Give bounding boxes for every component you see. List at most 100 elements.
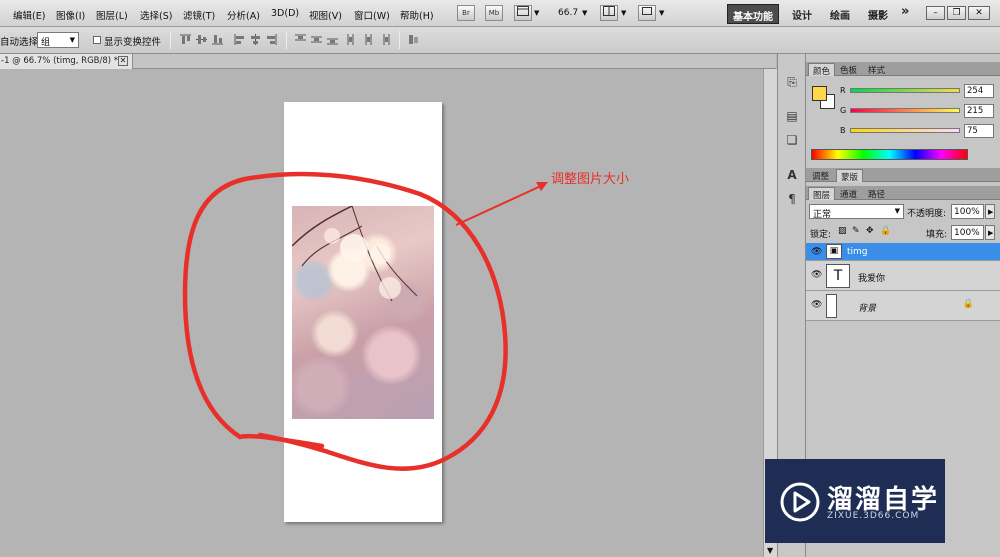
menu-filter[interactable]: 滤镜(T)	[183, 8, 215, 22]
view-extras-button[interactable]	[514, 5, 532, 21]
tab-adjustments[interactable]: 调整	[808, 169, 833, 182]
layers-panel-tabs: 图层 通道 路径	[806, 186, 1000, 201]
zoom-level[interactable]: 66.7	[558, 8, 578, 18]
lock-transparent-icon[interactable]: ▨	[838, 226, 847, 236]
green-label: G	[840, 106, 847, 115]
menu-layer[interactable]: 图层(L)	[96, 8, 128, 22]
align-top-icon[interactable]	[179, 33, 192, 46]
fill-value[interactable]: 100%	[951, 225, 984, 240]
menu-image[interactable]: 图像(I)	[56, 8, 85, 22]
divider	[399, 31, 400, 49]
minimize-button[interactable]: –	[926, 6, 945, 20]
eye-icon[interactable]: 👁	[811, 300, 822, 310]
actions-icon[interactable]: ▤	[784, 108, 800, 124]
lock-all-icon[interactable]: 🔒	[880, 226, 891, 236]
eye-icon[interactable]: 👁	[811, 270, 822, 280]
auto-select-dropdown[interactable]: 组 ▼	[37, 32, 79, 48]
layer-row-text[interactable]: 👁 T 我爱你	[806, 261, 1000, 291]
foreground-color-swatch[interactable]	[812, 86, 827, 101]
menu-help[interactable]: 帮助(H)	[400, 8, 434, 22]
clone-source-icon[interactable]: ❏	[784, 132, 800, 148]
history-icon[interactable]: ⎘	[784, 74, 800, 90]
tab-masks[interactable]: 蒙版	[836, 169, 864, 183]
tab-styles[interactable]: 样式	[864, 63, 889, 76]
mini-bridge-button[interactable]: Mb	[485, 5, 503, 21]
restore-button[interactable]: ❐	[947, 6, 966, 20]
chevron-down-icon[interactable]: ▼	[621, 9, 626, 17]
auto-select-value: 组	[41, 38, 51, 48]
red-slider-row: R 254	[840, 84, 1000, 98]
show-transform-checkbox[interactable]	[93, 36, 101, 44]
layer-name[interactable]: timg	[847, 247, 868, 257]
arrange-documents-button[interactable]	[600, 5, 618, 21]
distribute-top-icon[interactable]	[294, 33, 307, 46]
workspace-painting[interactable]: 绘画	[830, 7, 850, 22]
tab-layers[interactable]: 图层	[808, 187, 836, 201]
menu-edit[interactable]: 编辑(E)	[13, 8, 45, 22]
character-icon[interactable]: A	[784, 167, 800, 183]
color-panel-tabs: 颜色 色板 样式	[806, 62, 1000, 77]
align-vcenter-icon[interactable]	[195, 33, 208, 46]
align-left-icon[interactable]	[233, 33, 246, 46]
workspace-essentials[interactable]: 基本功能	[727, 4, 779, 24]
menu-select[interactable]: 选择(S)	[140, 8, 172, 22]
blue-slider[interactable]	[850, 128, 960, 133]
divider	[286, 31, 287, 49]
menu-window[interactable]: 窗口(W)	[354, 8, 390, 22]
menu-view[interactable]: 视图(V)	[309, 8, 342, 22]
menu-3d[interactable]: 3D(D)	[271, 8, 299, 19]
align-right-icon[interactable]	[265, 33, 278, 46]
red-slider[interactable]	[850, 88, 960, 93]
layer-name[interactable]: 背景	[858, 301, 876, 314]
layer-row-background[interactable]: 👁 背景 🔒	[806, 291, 1000, 321]
opacity-arrow[interactable]: ▶	[985, 204, 995, 219]
tab-paths[interactable]: 路径	[864, 187, 889, 200]
watermark-logo: 溜溜自学 ZIXUE.3D66.COM	[765, 459, 945, 543]
close-button[interactable]: ✕	[968, 6, 990, 20]
workspace-photography[interactable]: 摄影	[868, 7, 888, 22]
tab-color[interactable]: 颜色	[808, 63, 836, 77]
lock-pixels-icon[interactable]: ✎	[852, 226, 860, 236]
menu-analysis[interactable]: 分析(A)	[227, 8, 260, 22]
chevron-down-icon[interactable]: ▼	[534, 9, 539, 17]
blend-mode-dropdown[interactable]: 正常 ▼	[809, 204, 904, 220]
distribute-right-icon[interactable]	[378, 33, 391, 46]
blue-value[interactable]: 75	[964, 124, 994, 138]
tab-swatches[interactable]: 色板	[836, 63, 861, 76]
chevron-down-icon: ▼	[69, 36, 75, 44]
layer-name[interactable]: 我爱你	[858, 271, 885, 284]
distribute-hcenter-icon[interactable]	[362, 33, 375, 46]
chevron-down-icon[interactable]: ▼	[582, 9, 587, 17]
layer-row-timg[interactable]: 👁 ▣ timg	[806, 243, 1000, 261]
lock-position-icon[interactable]: ✥	[866, 226, 874, 236]
tab-channels[interactable]: 通道	[836, 187, 861, 200]
chevron-down-icon: ▼	[894, 207, 900, 215]
canvas-area[interactable]: 调整图片大小	[0, 69, 777, 557]
screen-mode-button[interactable]	[638, 5, 656, 21]
eye-icon[interactable]: 👁	[811, 247, 822, 257]
close-tab-icon[interactable]: ✕	[118, 56, 128, 66]
auto-align-icon[interactable]	[407, 33, 420, 46]
green-value[interactable]: 215	[964, 104, 994, 118]
distribute-bottom-icon[interactable]	[326, 33, 339, 46]
document-tab[interactable]: -1 @ 66.7% (timg, RGB/8) * ✕	[0, 54, 133, 69]
fill-arrow[interactable]: ▶	[985, 225, 995, 240]
close-icon: ✕	[975, 8, 983, 18]
lock-label: 锁定:	[810, 230, 832, 240]
more-workspaces-button[interactable]: »	[901, 4, 909, 19]
paragraph-icon[interactable]: ¶	[784, 191, 800, 207]
chevron-down-icon[interactable]: ▼	[659, 9, 664, 17]
color-spectrum-ramp[interactable]	[811, 149, 968, 160]
distribute-left-icon[interactable]	[346, 33, 359, 46]
align-hcenter-icon[interactable]	[249, 33, 262, 46]
bridge-button[interactable]: Br	[457, 5, 475, 21]
align-bottom-icon[interactable]	[211, 33, 224, 46]
workspace-design[interactable]: 设计	[792, 7, 812, 22]
scroll-down-icon[interactable]: ▼	[767, 546, 773, 555]
distribute-vcenter-icon[interactable]	[310, 33, 323, 46]
minimize-icon: –	[933, 8, 938, 18]
green-slider[interactable]	[850, 108, 960, 113]
red-value[interactable]: 254	[964, 84, 994, 98]
opacity-value[interactable]: 100%	[951, 204, 984, 219]
arrange-icon	[603, 6, 615, 16]
